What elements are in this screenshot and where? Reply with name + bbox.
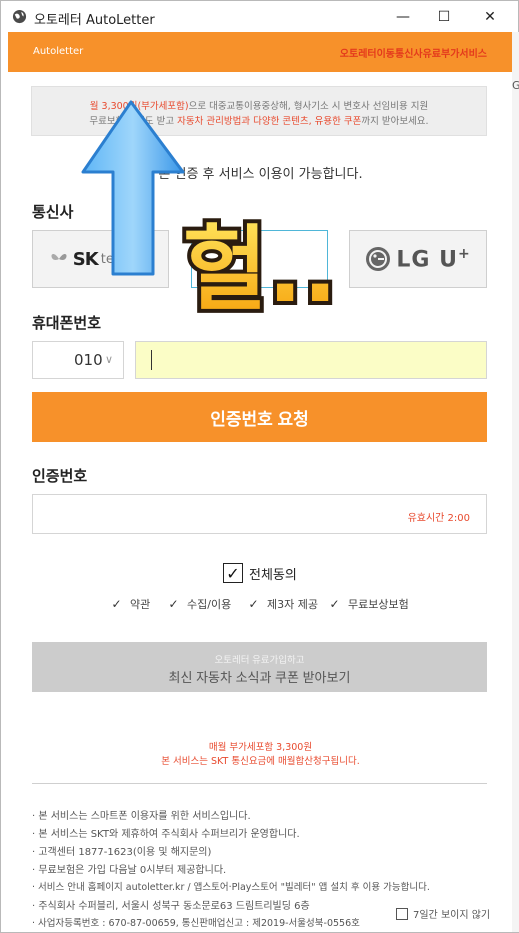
minimize-button[interactable]: — [380,1,426,32]
code-label: 인증번호 [32,467,88,485]
agree-terms-label: 약관 [130,598,151,611]
phone-label: 휴대폰번호 [32,314,102,332]
subscribe-line-2: 최신 자동차 소식과 쿠폰 받아보기 [168,670,351,685]
carrier-label: 통신사 [32,203,74,221]
footer-line: · 무료보험은 가입 다음날 0시부터 제공합니다. [32,865,227,876]
heol-sticker-image: 헐... [179,212,337,327]
footer-line: · 주식회사 수퍼블리, 서울시 성북구 동소문로63 드림트리빌딩 6층 [32,901,310,912]
agree-all-checkbox[interactable]: ✓ [223,563,243,583]
heol-text: 헐... [183,216,337,323]
footer-line: · 본 서비스는 스마트폰 이용자를 위한 서비스입니다. [32,811,251,822]
window-title: 오토레터 AutoLetter [34,13,155,28]
lg-brand: LG U+ [396,246,470,272]
check-icon[interactable]: ✓ [167,597,180,611]
lg-plus: + [457,245,471,262]
code-timer: 유효시간 2:00 [407,513,470,524]
skt-butterfly-icon [51,253,67,260]
check-icon[interactable]: ✓ [110,597,123,611]
agree-all[interactable]: ✓ 전체동의 [223,563,297,583]
price-line-2: 본 서비스는 SKT 통신요금에 매월합산청구됩니다. [161,756,360,767]
chevron-down-icon: ∨ [105,353,114,366]
subscribe-line-1: 오토레터 유료가입하고 [214,655,305,666]
agree-third-party-label: 제3자 제공 [267,598,318,611]
agree-insurance[interactable]: ✓ 무료보상보험 [328,596,409,612]
agree-insurance-label: 무료보상보험 [348,598,409,611]
hide-7days-label: 7일간 보이지 않기 [413,910,491,921]
subscribe-button[interactable]: 오토레터 유료가입하고 최신 자동차 소식과 쿠폰 받아보기 [32,642,487,692]
lg-brand-text: LG U [396,247,458,273]
lg-logo: LG U+ [365,246,470,272]
close-button[interactable]: ✕ [467,1,513,32]
agree-terms[interactable]: ✓ 약관 [110,596,150,612]
app-header: Autoletter 오토레터이동통신사유료부가서비스 [8,32,512,72]
text-caret [151,350,152,370]
notice-line-2-suffix: 까지 받아보세요. [361,116,429,127]
brand-label: Autoletter [33,46,84,57]
footer-line: · 서비스 안내 홈페이지 autoletter.kr / 앱스토어·Play스… [32,882,430,893]
carrier-lg-button[interactable]: LG U+ [349,230,487,288]
phone-number-input[interactable] [135,341,487,379]
lg-face-icon [366,246,391,271]
service-title: 오토레터이동통신사유료부가서비스 [339,49,487,60]
hide-7days-checkbox[interactable] [396,907,408,920]
agree-all-label: 전체동의 [249,567,297,583]
notice-benefit-highlight: 자동차 관리방법과 다양한 콘텐츠, 유용한 쿠폰 [177,116,362,127]
footer-line: · 사업자등록번호 : 670-87-00659, 통신판매업신고 : 제201… [32,918,360,929]
globe-icon [12,9,27,24]
footer-line: · 고객센터 1877-1623(이용 및 해지문의) [32,847,212,858]
edge-mark: G [512,79,519,92]
agree-third-party[interactable]: ✓ 제3자 제공 [247,596,318,612]
hide-7days[interactable]: 7일간 보이지 않기 [396,906,490,921]
agree-collection[interactable]: ✓ 수집/이용 [167,596,231,612]
phone-prefix-value: 010 [74,351,103,369]
divider [32,783,487,784]
notice-line-1-text: 으로 대중교통이용중상해, 형사기소 시 변호사 선임비용 지원 [188,101,429,112]
verification-code-input[interactable]: 유효시간 2:00 [32,494,487,534]
check-icon[interactable]: ✓ [247,597,260,611]
price-line-1: 매월 부가세포함 3,300원 [208,742,313,753]
maximize-button[interactable]: ☐ [421,1,467,32]
footer-line: · 본 서비스는 SKT와 제휴하여 주식회사 수퍼브리가 운영합니다. [32,829,300,840]
phone-prefix-select[interactable]: 010 ∨ [32,341,124,379]
check-icon[interactable]: ✓ [328,597,341,611]
title-bar: 오토레터 AutoLetter — ☐ ✕ [1,1,518,32]
app-window: 오토레터 AutoLetter — ☐ ✕ Autoletter 오토레터이동통… [0,0,519,933]
agree-collection-label: 수집/이용 [187,598,232,611]
up-arrow-icon [81,100,185,276]
request-code-button[interactable]: 인증번호 요청 [32,392,487,442]
